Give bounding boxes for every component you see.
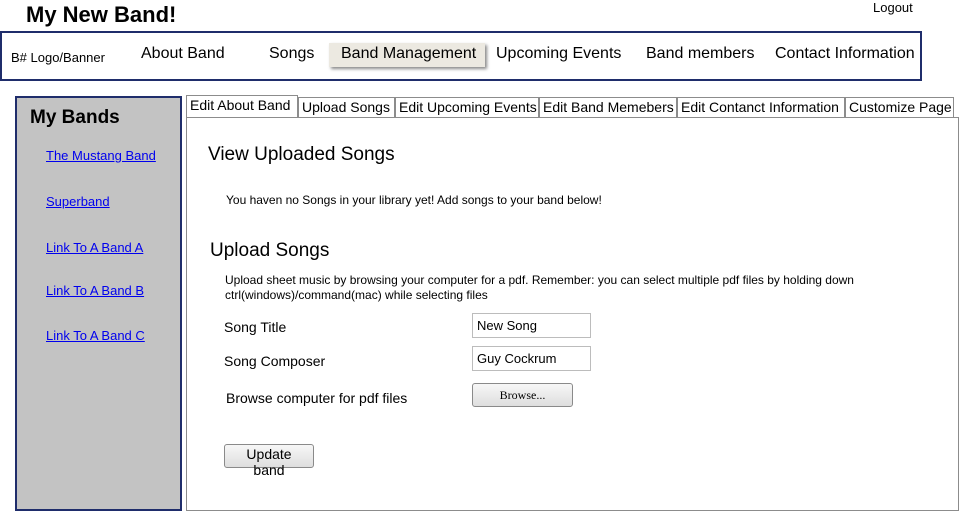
logo-banner: B# Logo/Banner xyxy=(11,50,105,65)
nav-songs[interactable]: Songs xyxy=(269,45,314,63)
sidebar: My Bands The Mustang Band Superband Link… xyxy=(15,96,182,511)
nav-upcoming-events[interactable]: Upcoming Events xyxy=(496,45,621,63)
nav-band-management[interactable]: Band Management xyxy=(329,43,486,67)
tab-edit-band-members[interactable]: Edit Band Memebers xyxy=(539,97,677,117)
logout-link[interactable]: Logout xyxy=(873,0,913,15)
nav-about-band[interactable]: About Band xyxy=(141,45,225,63)
empty-library-message: You haven no Songs in your library yet! … xyxy=(226,193,602,207)
tab-edit-about-band[interactable]: Edit About Band xyxy=(186,95,298,117)
tab-edit-contact-information[interactable]: Edit Contanct Information xyxy=(677,97,845,117)
content-panel: View Uploaded Songs You haven no Songs i… xyxy=(186,117,959,511)
sidebar-link-band-b[interactable]: Link To A Band B xyxy=(46,283,144,298)
browse-button[interactable]: Browse... xyxy=(472,383,573,407)
song-composer-label: Song Composer xyxy=(224,353,326,369)
sidebar-link-superband[interactable]: Superband xyxy=(46,194,110,209)
sidebar-link-mustang-band[interactable]: The Mustang Band xyxy=(46,148,156,163)
view-songs-heading: View Uploaded Songs xyxy=(208,144,395,165)
song-composer-input[interactable] xyxy=(472,346,591,371)
nav-band-members[interactable]: Band members xyxy=(646,45,755,63)
upload-songs-heading: Upload Songs xyxy=(210,240,330,261)
tab-edit-upcoming-events[interactable]: Edit Upcoming Events xyxy=(395,97,539,117)
song-title-input[interactable] xyxy=(472,313,591,338)
upload-instructions: Upload sheet music by browsing your comp… xyxy=(225,273,854,302)
browse-label: Browse computer for pdf files xyxy=(226,390,408,406)
song-title-label: Song Title xyxy=(224,319,287,335)
update-band-button[interactable]: Update band xyxy=(224,444,314,478)
sidebar-title: My Bands xyxy=(30,107,120,128)
nav-contact-information[interactable]: Contact Information xyxy=(775,45,915,63)
top-navigation: B# Logo/Banner About Band Songs Band Man… xyxy=(0,31,922,81)
sidebar-link-band-a[interactable]: Link To A Band A xyxy=(46,240,143,255)
site-title: My New Band! xyxy=(26,2,177,27)
tab-upload-songs[interactable]: Upload Songs xyxy=(298,97,395,117)
tab-customize-page[interactable]: Customize Page xyxy=(845,97,954,117)
sidebar-link-band-c[interactable]: Link To A Band C xyxy=(46,328,145,343)
